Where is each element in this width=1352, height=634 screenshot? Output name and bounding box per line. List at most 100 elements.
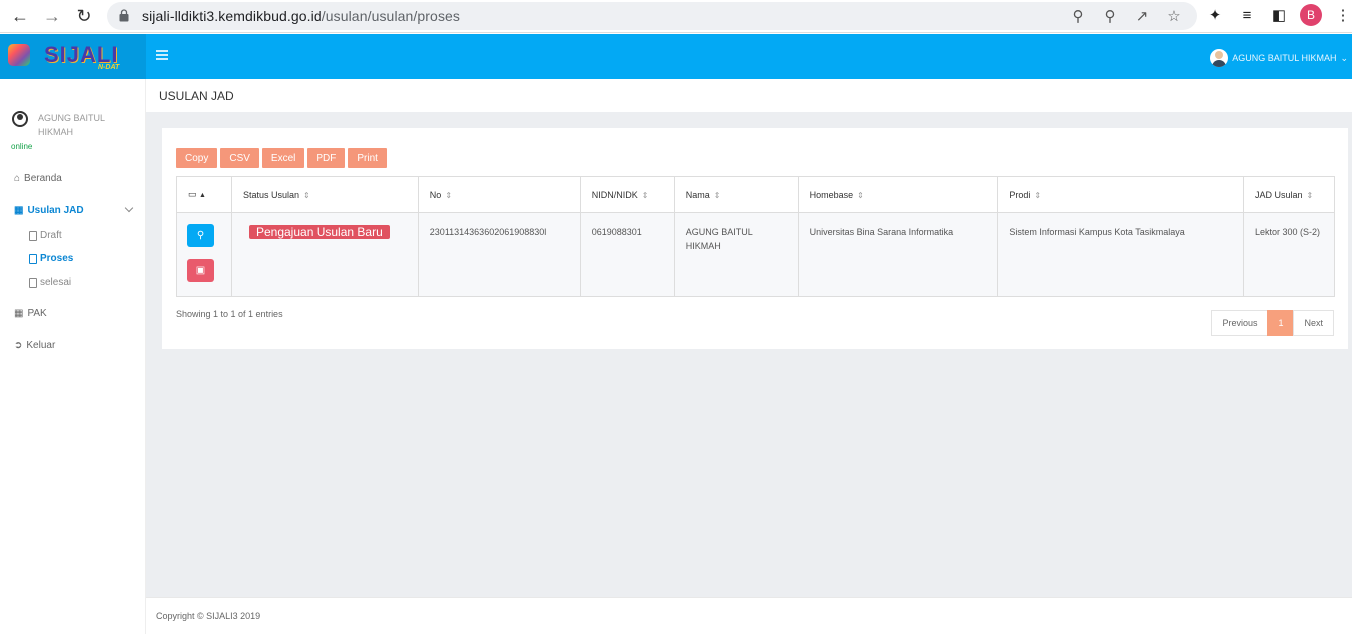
sort-icon: ⇕ <box>445 190 453 200</box>
sort-icon: ⇕ <box>303 190 310 200</box>
proposals-table: ▭ ▲ Status Usulan ⇕ No ⇕ NIDN/NIDK ⇕ Nama ⇕ … <box>176 176 1336 297</box>
lock-icon <box>119 9 129 22</box>
zoom-icon[interactable]: ⚲ <box>1101 7 1119 25</box>
sidebar-user-name: AGUNG BAITUL HIKMAH <box>38 113 105 137</box>
sidebar-subitem-draft[interactable]: Draft <box>29 230 62 241</box>
sidebar-subitem-proses[interactable]: Proses <box>29 253 73 264</box>
key-icon[interactable]: ⚲ <box>1069 7 1087 25</box>
chevron-down-icon[interactable] <box>124 203 134 213</box>
column-header-prodi[interactable]: Prodi ⇕ <box>997 176 1244 213</box>
reload-icon[interactable]: ↻ <box>73 5 95 27</box>
logo[interactable]: SIJALI N-DAT <box>0 34 146 79</box>
user-avatar <box>1210 49 1229 67</box>
prodi-cell: Sistem Informasi Kampus Kota Tasikmalaya <box>997 212 1244 297</box>
app-header: SIJALI N-DAT AGUNG BAITUL HIKMAH ⌄ <box>0 34 1352 79</box>
back-icon[interactable]: ← <box>9 5 31 27</box>
copy-button[interactable]: Copy <box>176 148 218 168</box>
sidebar-subitem-selesai[interactable]: selesai <box>29 277 71 288</box>
monitor-icon: ▭ <box>188 189 197 199</box>
more-menu-icon[interactable]: ⋮ <box>1333 5 1352 25</box>
nama-cell: AGUNG BAITUL HIKMAH <box>673 212 799 297</box>
pagination: Previous 1 Next <box>1211 310 1334 336</box>
menu-toggle-icon[interactable] <box>156 50 168 60</box>
sort-icon: ⇕ <box>713 190 721 200</box>
column-header-nama[interactable]: Nama ⇕ <box>673 176 799 213</box>
document-icon <box>29 230 37 241</box>
status-cell: Pengajuan Usulan Baru <box>230 212 419 297</box>
view-button[interactable]: ⚲ <box>187 224 214 247</box>
online-status: online <box>11 142 33 151</box>
main-content: USULAN JAD Copy CSV Excel PDF Print ▭ ▲ … <box>146 79 1352 634</box>
sidebar-subitem-label: selesai <box>40 277 72 288</box>
user-circle-icon <box>12 111 28 127</box>
column-header-action[interactable]: ▭ ▲ <box>176 176 232 213</box>
table-row: ⚲ ▣ Pengajuan Usulan Baru 23011314363602… <box>176 212 1336 297</box>
homebase-cell: Universitas Bina Sarana Informatika <box>797 212 999 297</box>
csv-button[interactable]: CSV <box>220 148 259 168</box>
page-header: USULAN JAD <box>146 79 1352 112</box>
profile-avatar[interactable]: B <box>1300 4 1322 26</box>
excel-button[interactable]: Excel <box>261 148 305 168</box>
sidebar-item-label: Beranda <box>24 173 62 184</box>
sidebar-item-pak[interactable]: ▦ PAK <box>14 308 47 319</box>
page-button-current[interactable]: 1 <box>1267 310 1295 336</box>
print-button[interactable]: Print <box>348 148 387 168</box>
no-cell: 23011314363602061908830l <box>417 212 581 297</box>
media-icon[interactable]: ≡ <box>1237 5 1257 25</box>
grid-icon: ▦ <box>14 308 24 319</box>
trash-icon: ▣ <box>195 264 206 276</box>
column-header-no[interactable]: No ⇕ <box>417 176 581 213</box>
bookmark-star-icon[interactable]: ☆ <box>1165 7 1183 25</box>
table-info: Showing 1 to 1 of 1 entries <box>176 309 283 319</box>
grid-icon: ▦ <box>14 205 24 216</box>
sort-icon: ⇕ <box>857 190 864 200</box>
sidebar-item-label: Keluar <box>26 340 56 351</box>
document-icon <box>29 277 37 288</box>
delete-button[interactable]: ▣ <box>187 259 214 282</box>
sidebar: AGUNG BAITUL HIKMAH online ⌂ Beranda ▦ U… <box>0 79 146 634</box>
pdf-button[interactable]: PDF <box>307 148 346 168</box>
share-icon[interactable]: ↗ <box>1133 7 1151 25</box>
sidebar-item-beranda[interactable]: ⌂ Beranda <box>14 173 62 184</box>
export-buttons: Copy CSV Excel PDF Print <box>176 148 387 168</box>
next-page-button[interactable]: Next <box>1293 310 1334 336</box>
extensions-icon[interactable]: ✦ <box>1205 5 1225 25</box>
status-badge: Pengajuan Usulan Baru <box>248 225 390 239</box>
chevron-down-icon: ⌄ <box>1340 52 1348 63</box>
side-panel-icon[interactable]: ◧ <box>1269 5 1289 25</box>
column-header-jad[interactable]: JAD Usulan ⇕ <box>1242 176 1336 213</box>
nidn-cell: 0619088301 <box>579 212 675 297</box>
sort-icon: ⇕ <box>1034 190 1042 200</box>
home-icon: ⌂ <box>14 173 21 184</box>
sidebar-subitem-label: Draft <box>40 230 62 241</box>
document-icon <box>29 253 37 264</box>
action-cell: ⚲ ▣ <box>176 212 232 297</box>
page-title: USULAN JAD <box>159 89 234 103</box>
jad-cell: Lektor 300 (S-2) <box>1242 212 1336 297</box>
sort-icon: ⇕ <box>641 190 649 200</box>
data-card: Copy CSV Excel PDF Print ▭ ▲ Status Usul… <box>162 128 1348 349</box>
header-user-name: AGUNG BAITUL HIKMAH <box>1232 53 1337 63</box>
sort-icon: ⇕ <box>1306 190 1314 200</box>
sidebar-subitem-label: Proses <box>40 253 74 264</box>
url-text: sijali-lldikti3.kemdikbud.go.id/usulan/u… <box>142 8 461 24</box>
sidebar-item-usulan-jad[interactable]: ▦ Usulan JAD <box>14 205 84 216</box>
previous-page-button[interactable]: Previous <box>1211 310 1269 336</box>
address-bar[interactable]: sijali-lldikti3.kemdikbud.go.id/usulan/u… <box>107 2 1197 30</box>
search-icon: ⚲ <box>196 229 205 241</box>
sort-asc-icon: ▲ <box>199 192 206 199</box>
forward-icon[interactable]: → <box>41 5 63 27</box>
column-header-status[interactable]: Status Usulan ⇕ <box>230 176 419 213</box>
logout-icon: ➲ <box>14 340 23 351</box>
sidebar-item-keluar[interactable]: ➲ Keluar <box>14 340 55 351</box>
header-user-menu[interactable]: AGUNG BAITUL HIKMAH ⌄ <box>1210 49 1348 67</box>
column-header-homebase[interactable]: Homebase ⇕ <box>797 176 999 213</box>
sidebar-item-label: Usulan JAD <box>27 205 84 216</box>
logo-icon <box>8 44 30 66</box>
footer: Copyright © SIJALI3 2019 <box>146 597 1352 634</box>
browser-toolbar: ← → ↻ sijali-lldikti3.kemdikbud.go.id/us… <box>0 0 1352 33</box>
column-header-nidn[interactable]: NIDN/NIDK ⇕ <box>579 176 675 213</box>
logo-subtitle: N-DAT <box>98 64 120 71</box>
sidebar-item-label: PAK <box>27 308 47 319</box>
copyright-text: Copyright © SIJALI3 2019 <box>156 611 261 621</box>
